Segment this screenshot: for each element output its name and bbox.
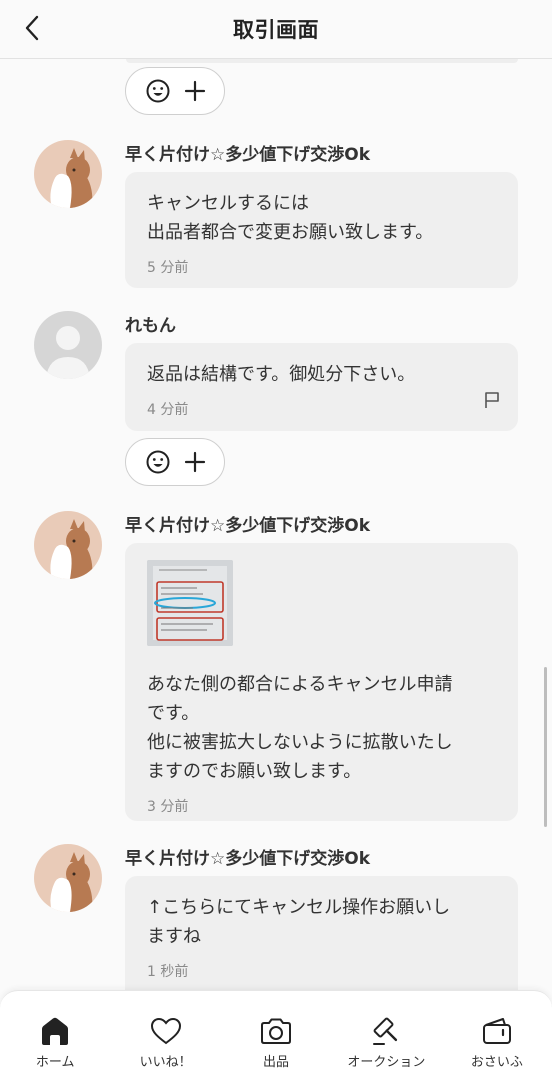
- user-name[interactable]: 早く片付け☆多少値下げ交渉Ok: [125, 511, 370, 536]
- tab-label: ホーム: [35, 1055, 75, 1070]
- cat-avatar[interactable]: [34, 511, 102, 579]
- message-time: 5 分前: [147, 260, 189, 276]
- user-name[interactable]: 早く片付け☆多少値下げ交渉Ok: [125, 844, 370, 869]
- reaction-bar[interactable]: [125, 438, 225, 486]
- tab-home[interactable]: ホーム: [0, 991, 110, 1081]
- flag-icon[interactable]: [484, 391, 500, 409]
- home-icon: [42, 1017, 69, 1045]
- tab-label: おさいふ: [470, 1055, 523, 1070]
- message-bubble: キャンセルするには 出品者都合で変更お願い致します。 5 分前: [125, 172, 518, 288]
- bottom-tab-bar: ホーム いいね！ 出品 オークション おさいふ: [0, 990, 552, 1081]
- message-time: 3 分前: [147, 799, 189, 815]
- tab-sell[interactable]: 出品: [221, 991, 331, 1081]
- wallet-icon: [482, 1018, 511, 1044]
- tab-wallet[interactable]: おさいふ: [442, 991, 552, 1081]
- smiley-icon[interactable]: [145, 449, 171, 475]
- message-bubble: 返品は結構です。御処分下さい。 4 分前: [125, 343, 518, 431]
- page-title: 取引画面: [233, 18, 319, 42]
- message-text: あなた側の都合によるキャンセル申請 です。 他に被害拡大しないように拡散いたし …: [147, 674, 453, 782]
- user-name[interactable]: 早く片付け☆多少値下げ交渉Ok: [125, 140, 370, 165]
- tab-label: いいね！: [139, 1055, 192, 1070]
- message-bubble: あなた側の都合によるキャンセル申請 です。 他に被害拡大しないように拡散いたし …: [125, 543, 518, 821]
- plus-icon[interactable]: [184, 80, 206, 102]
- plus-icon[interactable]: [184, 451, 206, 473]
- back-button[interactable]: [14, 10, 50, 46]
- scrollbar[interactable]: [544, 667, 547, 827]
- smiley-icon[interactable]: [145, 78, 171, 104]
- message-text: 返品は結構です。御処分下さい。: [147, 364, 416, 385]
- camera-icon: [261, 1018, 292, 1044]
- default-avatar[interactable]: [34, 311, 102, 379]
- tab-label: オークション: [347, 1055, 426, 1070]
- message-time: 4 分前: [147, 402, 189, 418]
- header-bar: 取引画面: [0, 0, 552, 59]
- tab-likes[interactable]: いいね！: [110, 991, 220, 1081]
- tab-auction[interactable]: オークション: [331, 991, 441, 1081]
- user-name[interactable]: れもん: [125, 311, 176, 336]
- message-time: 1 秒前: [147, 964, 189, 980]
- cat-avatar[interactable]: [34, 844, 102, 912]
- chat-thread[interactable]: 早く片付け☆多少値下げ交渉Ok キャンセルするには 出品者都合で変更お願い致しま…: [0, 59, 552, 990]
- message-text: ↑こちらにてキャンセル操作お願いし ますね: [147, 897, 451, 947]
- report-flag-button[interactable]: [484, 391, 500, 413]
- attached-screenshot-image[interactable]: [147, 560, 233, 646]
- message-text: キャンセルするには 出品者都合で変更お願い致します。: [147, 193, 434, 243]
- chevron-left-icon: [25, 15, 39, 41]
- cat-avatar[interactable]: [34, 140, 102, 208]
- reaction-bar[interactable]: [125, 67, 225, 115]
- previous-bubble-edge: [126, 59, 518, 63]
- tab-label: 出品: [263, 1055, 290, 1070]
- heart-icon: [150, 1017, 181, 1045]
- message-bubble: ↑こちらにてキャンセル操作お願いし ますね 1 秒前: [125, 876, 518, 990]
- gavel-icon: [373, 1017, 398, 1045]
